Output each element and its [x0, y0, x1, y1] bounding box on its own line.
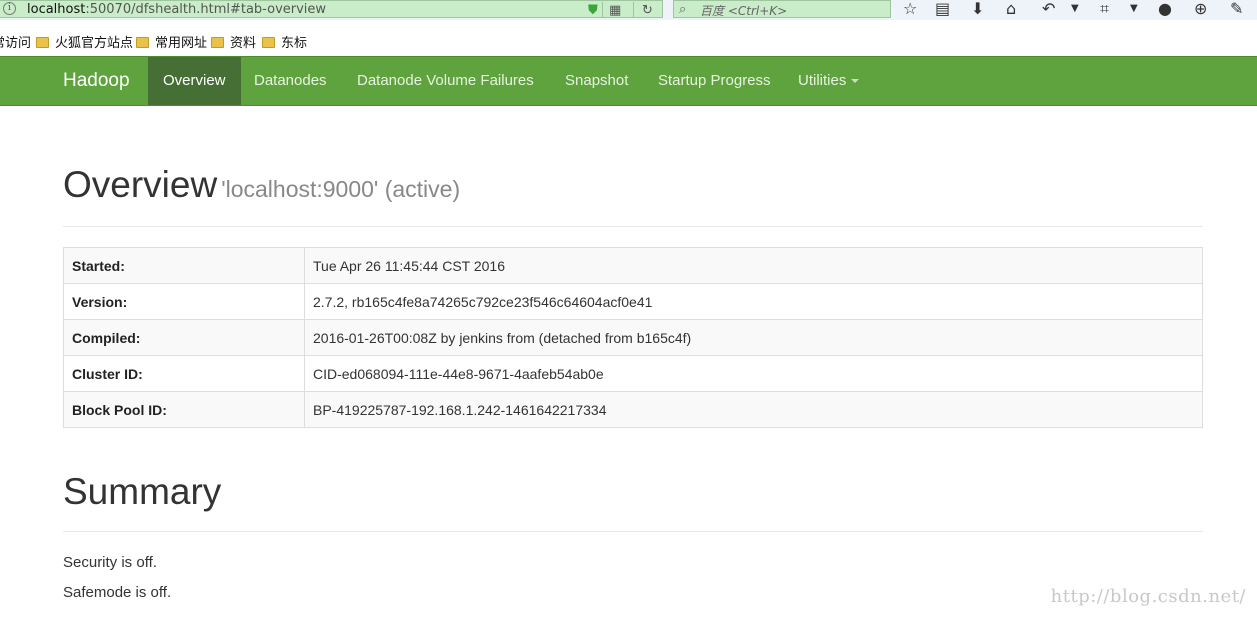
overview-table: Started: Tue Apr 26 11:45:44 CST 2016 Ve… — [63, 247, 1203, 428]
url-separator — [602, 2, 603, 17]
row-value: 2016-01-26T00:08Z by jenkins from (detac… — [304, 319, 1203, 356]
row-key: Block Pool ID: — [63, 391, 305, 428]
tab-snapshot[interactable]: Snapshot — [565, 57, 628, 105]
tab-datanodes[interactable]: Datanodes — [254, 57, 327, 105]
undo-icon[interactable]: ↶ — [1042, 0, 1055, 18]
home-icon[interactable]: ⌂ — [1006, 0, 1016, 18]
row-value: 2.7.2, rb165c4fe8a74265c792ce23f546c6460… — [304, 283, 1203, 320]
bookmark-item[interactable]: 常访问 — [0, 32, 31, 51]
bookmark-item[interactable]: 资料 — [211, 32, 256, 51]
browser-toolbar: i localhost:50070/dfshealth.html#tab-ove… — [0, 0, 1257, 20]
row-key: Started: — [63, 247, 305, 284]
url-separator — [633, 2, 634, 17]
reload-icon[interactable]: ↻ — [642, 2, 653, 17]
search-bar[interactable]: ⌕ 百度 <Ctrl+K> — [673, 0, 891, 18]
globe-icon[interactable]: ⊕ — [1194, 0, 1207, 18]
bookmark-item[interactable]: 火狐官方站点 — [36, 32, 133, 51]
site-info-icon[interactable]: i — [3, 2, 16, 15]
table-row: Compiled: 2016-01-26T00:08Z by jenkins f… — [63, 319, 1203, 356]
brand-logo[interactable]: Hadoop — [63, 70, 130, 92]
table-row: Version: 2.7.2, rb165c4fe8a74265c792ce23… — [63, 283, 1203, 320]
tab-utilities[interactable]: Utilities — [798, 57, 860, 105]
bookmark-item[interactable]: 东标 — [262, 32, 307, 51]
watermark: http://blog.csdn.net/ — [1050, 586, 1246, 607]
safemode-status: Safemode is off. — [63, 584, 172, 601]
chevron-down-icon[interactable]: ▼ — [1071, 0, 1079, 18]
caret-down-icon — [851, 79, 860, 84]
row-value: BP-419225787-192.168.1.242-1461642217334 — [304, 391, 1203, 428]
row-key: Version: — [63, 283, 305, 320]
row-key: Compiled: — [63, 319, 305, 356]
divider — [63, 226, 1203, 227]
table-row: Cluster ID: CID-ed068094-111e-44e8-9671-… — [63, 355, 1203, 392]
shield-icon[interactable]: ⛊ — [588, 2, 598, 17]
extension-icon[interactable]: ✎ — [1230, 0, 1243, 18]
page-subtitle: 'localhost:9000' (active) — [221, 176, 461, 202]
row-value: Tue Apr 26 11:45:44 CST 2016 — [304, 247, 1203, 284]
table-row: Started: Tue Apr 26 11:45:44 CST 2016 — [63, 247, 1203, 284]
url-text[interactable]: localhost:50070/dfshealth.html#tab-overv… — [27, 2, 326, 17]
chat-icon[interactable]: ● — [1158, 0, 1172, 18]
qr-code-icon[interactable]: ▦ — [609, 2, 621, 17]
bookmarks-bar: 常访问 火狐官方站点 常用网址 资料 东标 — [0, 30, 1257, 52]
folder-icon — [262, 37, 275, 48]
folder-icon — [211, 37, 224, 48]
download-icon[interactable]: ⬇ — [971, 0, 984, 18]
search-icon: ⌕ — [679, 1, 687, 16]
bookmark-star-icon[interactable]: ☆ — [903, 0, 917, 18]
folder-icon — [136, 37, 149, 48]
crop-icon[interactable]: ⌗ — [1100, 0, 1109, 18]
utilities-label: Utilities — [798, 72, 847, 89]
tab-datanode-volume-failures[interactable]: Datanode Volume Failures — [357, 57, 534, 105]
security-status: Security is off. — [63, 554, 157, 571]
search-placeholder: 百度 <Ctrl+K> — [700, 4, 788, 18]
folder-icon — [36, 37, 49, 48]
tab-startup-progress[interactable]: Startup Progress — [658, 57, 771, 105]
divider — [63, 531, 1203, 532]
tab-overview[interactable]: Overview — [148, 57, 241, 105]
reading-list-icon[interactable]: ▤ — [935, 0, 950, 18]
chevron-down-icon[interactable]: ▼ — [1130, 0, 1138, 18]
row-key: Cluster ID: — [63, 355, 305, 392]
bookmark-item[interactable]: 常用网址 — [136, 32, 207, 51]
summary-title: Summary — [63, 471, 222, 512]
url-bar[interactable]: i localhost:50070/dfshealth.html#tab-ove… — [0, 0, 663, 18]
row-value: CID-ed068094-111e-44e8-9671-4aafeb54ab0e — [304, 355, 1203, 392]
page-title: Overview'localhost:9000' (active) — [63, 164, 461, 205]
table-row: Block Pool ID: BP-419225787-192.168.1.24… — [63, 391, 1203, 428]
hadoop-navbar: Hadoop Overview Datanodes Datanode Volum… — [0, 56, 1257, 106]
